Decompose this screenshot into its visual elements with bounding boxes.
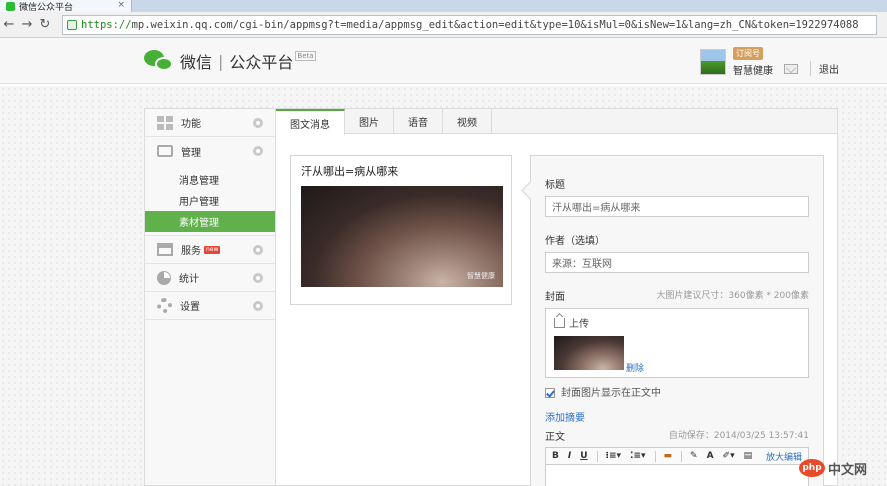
document-icon[interactable]: ▤ bbox=[744, 451, 753, 461]
back-arrow-icon[interactable]: ← bbox=[0, 17, 18, 32]
beta-badge: Beta bbox=[295, 51, 316, 61]
tab-images[interactable]: 图片 bbox=[345, 109, 394, 134]
author-input[interactable]: 来源：互联网 bbox=[545, 252, 809, 273]
address-bar: ← → ↻ https://mp.weixin.qq.com/cgi-bin/a… bbox=[0, 12, 887, 38]
preview-title: 汗从哪出=病从哪来 bbox=[301, 165, 399, 178]
sidebar-item-label: 设置 bbox=[180, 302, 200, 313]
cover-label: 封面 大图片建议尺寸：360像素 * 200像素 bbox=[545, 288, 809, 303]
expand-icon[interactable] bbox=[253, 245, 263, 255]
body-label-row: 正文 自动保存：2014/03/25 13:57:41 bbox=[545, 428, 809, 443]
add-summary-link[interactable]: 添加摘要 bbox=[545, 413, 585, 424]
unordered-list-icon[interactable]: ⁚≡▾ bbox=[630, 451, 645, 461]
article-editor: 标题 汗从哪出=病从哪来 作者（选填） 来源：互联网 封面 大图片建议尺寸：36… bbox=[530, 155, 824, 486]
php-logo-icon: php bbox=[799, 459, 825, 477]
tray-icon bbox=[157, 145, 173, 157]
sidebar-item-manage[interactable]: 管理 bbox=[145, 137, 275, 165]
watermark-text: 中文网 bbox=[828, 462, 868, 478]
logout-link[interactable]: 退出 bbox=[810, 61, 839, 76]
insert-image-icon[interactable]: ▬ bbox=[664, 451, 673, 461]
italic-button[interactable]: I bbox=[568, 451, 571, 461]
wechat-logo[interactable]: 微信 | 公众平台 Beta bbox=[144, 48, 316, 74]
php-cn-watermark: php 中文网 bbox=[799, 456, 883, 480]
eraser-icon[interactable]: ✎ bbox=[690, 451, 698, 461]
browser-tab[interactable]: 微信公众平台 × bbox=[0, 0, 132, 13]
sidebar: 功能 管理 消息管理 用户管理 素材管理 服务 new 统计 设置 bbox=[144, 108, 276, 486]
show-cover-checkbox[interactable] bbox=[545, 388, 555, 398]
author-label: 作者（选填） bbox=[545, 236, 605, 247]
preview-cover-image: 智慧健康 bbox=[301, 186, 503, 287]
site-header: 微信 | 公众平台 Beta 订阅号 智慧健康 退出 bbox=[0, 38, 887, 84]
highlight-icon[interactable]: ✐▾ bbox=[723, 451, 735, 461]
account-info[interactable]: 订阅号 智慧健康 bbox=[700, 47, 773, 77]
tab-video[interactable]: 视频 bbox=[443, 109, 492, 134]
url-text: mp.weixin.qq.com/cgi-bin/appmsg?t=media/… bbox=[131, 19, 859, 31]
tab-news[interactable]: 图文消息 bbox=[276, 109, 345, 135]
sidebar-sub-messages[interactable]: 消息管理 bbox=[145, 169, 275, 190]
body-label: 正文 bbox=[545, 432, 565, 443]
mail-icon[interactable] bbox=[784, 64, 798, 74]
close-icon[interactable]: × bbox=[117, 0, 125, 10]
tab-voice[interactable]: 语音 bbox=[394, 109, 443, 134]
sidebar-item-label: 服务 bbox=[181, 246, 201, 257]
sidebar-item-label: 管理 bbox=[181, 147, 201, 159]
cover-size-hint: 大图片建议尺寸：360像素 * 200像素 bbox=[656, 291, 809, 301]
expand-icon[interactable] bbox=[253, 146, 263, 156]
reload-icon[interactable]: ↻ bbox=[36, 17, 54, 32]
wechat-favicon-icon bbox=[6, 1, 15, 11]
logo-separator: | bbox=[218, 51, 224, 71]
sidebar-sub-users[interactable]: 用户管理 bbox=[145, 190, 275, 211]
upload-button[interactable]: 上传 bbox=[554, 315, 589, 330]
logo-title: 微信 bbox=[180, 53, 213, 72]
ordered-list-icon[interactable]: ⁝≡▾ bbox=[606, 451, 621, 461]
service-icon bbox=[157, 243, 173, 256]
sidebar-item-services[interactable]: 服务 new bbox=[145, 236, 275, 264]
underline-button[interactable]: U bbox=[580, 451, 587, 461]
cover-upload-box: 上传 删除 bbox=[545, 308, 809, 378]
sidebar-sub-materials[interactable]: 素材管理 bbox=[145, 211, 275, 232]
delete-cover-link[interactable]: 删除 bbox=[626, 361, 644, 374]
main-panel: 图文消息 图片 语音 视频 汗从哪出=病从哪来 智慧健康 标题 汗从哪出=病从哪… bbox=[276, 108, 838, 486]
sidebar-item-features[interactable]: 功能 bbox=[145, 109, 275, 137]
font-color-button[interactable]: A bbox=[707, 451, 714, 461]
body-content-editor[interactable] bbox=[545, 465, 809, 486]
lock-icon bbox=[67, 20, 77, 30]
browser-tabbar: 微信公众平台 × bbox=[0, 0, 887, 13]
image-watermark: 智慧健康 bbox=[467, 272, 495, 280]
expand-icon[interactable] bbox=[253, 118, 263, 128]
upload-icon bbox=[554, 317, 565, 328]
subscription-badge: 订阅号 bbox=[733, 47, 763, 60]
editor-toolbar: B I U ⁝≡▾ ⁚≡▾ ▬ ✎ A ✐▾ ▤ 放大编辑 bbox=[545, 447, 809, 465]
upload-label: 上传 bbox=[569, 319, 589, 330]
avatar[interactable] bbox=[700, 49, 726, 75]
logo-subtitle: 公众平台 bbox=[229, 53, 294, 72]
expand-icon[interactable] bbox=[253, 301, 263, 311]
sidebar-item-settings[interactable]: 设置 bbox=[145, 292, 275, 320]
wechat-bubbles-icon bbox=[144, 48, 174, 74]
cover-label-text: 封面 bbox=[545, 292, 565, 303]
url-protocol: https:// bbox=[81, 19, 132, 31]
expand-editor-link[interactable]: 放大编辑 bbox=[766, 450, 802, 463]
new-badge: new bbox=[204, 245, 221, 254]
show-cover-option[interactable]: 封面图片显示在正文中 bbox=[545, 384, 809, 399]
title-input[interactable]: 汗从哪出=病从哪来 bbox=[545, 196, 809, 217]
cover-thumbnail bbox=[554, 336, 624, 370]
grid-icon bbox=[157, 115, 173, 130]
gear-icon bbox=[157, 298, 172, 313]
sidebar-item-label: 功能 bbox=[181, 119, 201, 130]
title-label: 标题 bbox=[545, 180, 565, 191]
material-tabs: 图文消息 图片 语音 视频 bbox=[276, 109, 837, 135]
sidebar-item-label: 统计 bbox=[179, 274, 199, 285]
article-preview-card[interactable]: 汗从哪出=病从哪来 智慧健康 bbox=[290, 155, 512, 305]
forward-arrow-icon[interactable]: → bbox=[18, 17, 36, 32]
pie-chart-icon bbox=[157, 270, 171, 285]
account-name: 智慧健康 bbox=[733, 66, 773, 77]
sidebar-item-stats[interactable]: 统计 bbox=[145, 264, 275, 292]
browser-tab-title: 微信公众平台 bbox=[19, 2, 74, 13]
autosave-status: 自动保存：2014/03/25 13:57:41 bbox=[668, 431, 809, 441]
expand-icon[interactable] bbox=[253, 273, 263, 283]
bold-button[interactable]: B bbox=[552, 451, 559, 461]
url-input[interactable]: https://mp.weixin.qq.com/cgi-bin/appmsg?… bbox=[62, 15, 877, 35]
show-cover-label: 封面图片显示在正文中 bbox=[561, 388, 661, 399]
